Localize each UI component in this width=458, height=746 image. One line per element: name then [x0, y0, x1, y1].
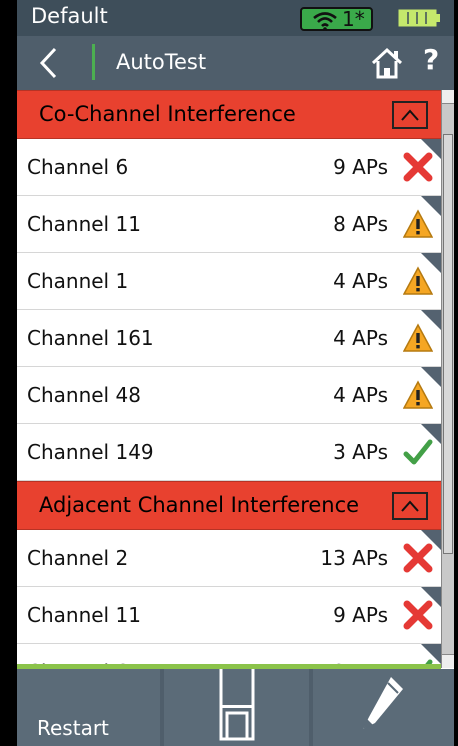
details-corner-icon [421, 424, 441, 444]
collapse-button[interactable] [392, 492, 428, 520]
channel-row[interactable]: Channel 149 3 APs [17, 424, 441, 481]
channel-row[interactable]: Channel 6 9 APs [17, 139, 441, 196]
channel-label: Channel 6 [27, 155, 129, 179]
channel-row[interactable]: Channel 48 4 APs [17, 367, 441, 424]
ap-count: 8 APs [333, 212, 388, 236]
chevron-up-icon [401, 109, 419, 121]
wifi-icon [313, 12, 337, 31]
restart-label: Restart [37, 716, 109, 740]
save-icon [219, 669, 255, 741]
restart-button[interactable]: Restart [17, 669, 160, 746]
ap-count: 4 APs [333, 383, 388, 407]
ap-count: 9 APs [333, 603, 388, 627]
details-corner-icon [421, 367, 441, 387]
details-corner-icon [421, 530, 441, 550]
channel-label: Channel 161 [27, 326, 154, 350]
details-corner-icon [421, 253, 441, 273]
profile-name: Default [31, 4, 108, 28]
channel-row[interactable]: Channel 11 9 APs [17, 587, 441, 644]
channel-label: Channel 48 [27, 383, 141, 407]
bottom-toolbar: Restart [17, 669, 454, 746]
device-screen: Default 1* AutoTest ? Co-Channel Interfe… [17, 0, 454, 746]
scroll-up-arrow[interactable] [442, 90, 454, 104]
home-icon[interactable] [370, 46, 404, 80]
channel-row[interactable]: Channel 161 4 APs [17, 310, 441, 367]
scrollbar[interactable] [441, 90, 454, 668]
chevron-up-icon [401, 500, 419, 512]
section-header[interactable]: Adjacent Channel Interference [17, 481, 441, 530]
channel-label: Channel 1 [27, 269, 129, 293]
channel-label: Channel 149 [27, 440, 154, 464]
results-list: Co-Channel Interference Channel 69 APs Cha… [17, 90, 441, 701]
title-divider [92, 44, 95, 80]
battery-icon [398, 9, 440, 27]
section-title: Adjacent Channel Interference [39, 493, 360, 517]
wifi-status-badge[interactable]: 1* [300, 7, 373, 31]
channel-row[interactable]: Channel 1 4 APs [17, 253, 441, 310]
channel-label: Channel 11 [27, 212, 141, 236]
ap-count: 13 APs [320, 546, 388, 570]
details-corner-icon [421, 139, 441, 159]
scroll-thumb[interactable] [443, 134, 453, 554]
ap-count: 4 APs [333, 326, 388, 350]
section-title: Co-Channel Interference [39, 102, 296, 126]
title-bar: AutoTest ? [17, 36, 454, 90]
section-header[interactable]: Co-Channel Interference [17, 90, 441, 139]
details-corner-icon [421, 644, 441, 664]
channel-row[interactable]: Channel 2 13 APs [17, 530, 441, 587]
channel-row[interactable]: Channel 11 8 APs [17, 196, 441, 253]
edit-button[interactable] [313, 669, 454, 746]
details-corner-icon [421, 196, 441, 216]
details-corner-icon [421, 310, 441, 330]
help-button[interactable]: ? [423, 43, 439, 76]
back-arrow-icon[interactable] [35, 46, 65, 80]
page-title: AutoTest [116, 50, 207, 74]
ap-count: 4 APs [333, 269, 388, 293]
ap-count: 9 APs [333, 155, 388, 179]
ap-count: 3 APs [333, 440, 388, 464]
wifi-count: 1* [342, 7, 365, 31]
details-corner-icon [421, 587, 441, 607]
channel-label: Channel 11 [27, 603, 141, 627]
scroll-down-arrow[interactable] [442, 654, 454, 668]
save-button[interactable] [164, 669, 309, 746]
channel-label: Channel 2 [27, 546, 129, 570]
pencil-icon [363, 677, 403, 729]
collapse-button[interactable] [392, 101, 428, 129]
status-bar: Default 1* [17, 0, 454, 36]
